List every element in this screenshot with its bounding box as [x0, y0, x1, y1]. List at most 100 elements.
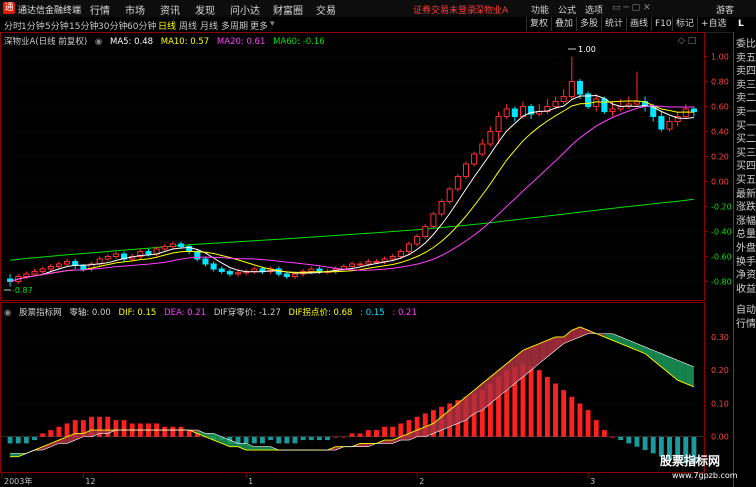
stock-tab[interactable]: 深物业A: [475, 3, 508, 16]
macd-bar: [268, 436, 274, 441]
period-1min[interactable]: 1分钟: [21, 19, 45, 32]
period-multi[interactable]: 多周期: [221, 19, 248, 32]
macd-dif: DIF: 0.15: [118, 308, 157, 318]
candle-body: [446, 188, 453, 202]
candle-body: [104, 256, 111, 260]
tool-tongji[interactable]: 统计: [601, 17, 626, 31]
price-tick-label: -0.60: [711, 253, 732, 262]
macd-bar: [292, 436, 298, 444]
price-panel-border: [0, 32, 705, 301]
menu-zixun[interactable]: 资讯: [160, 2, 180, 17]
side-panel-label: 涨跌: [736, 202, 756, 214]
menu-gongneng[interactable]: 功能: [531, 3, 549, 16]
side-panel-label: 委比: [736, 39, 756, 50]
price-grid: [1, 56, 704, 282]
window-controls-icon[interactable]: ▭ ─ ▢ ✕: [612, 3, 651, 13]
ma10-line: [9, 100, 694, 282]
macd-band-segment: [254, 446, 263, 450]
macd-axis: 0.30 0.20 0.10 0.00: [711, 333, 729, 442]
macd-band-segment: [10, 453, 19, 457]
macd-bar: [585, 410, 591, 437]
macd-bar: [276, 436, 282, 444]
candle-body: [210, 263, 217, 270]
price-axis: 1.00 0.80 0.60 0.40 0.20 0.00 -0.20 -0.40 -0.60 -…: [704, 53, 732, 287]
candle-body: [430, 213, 437, 227]
ma20-line: [9, 105, 694, 282]
macd-bar: [618, 436, 624, 441]
kline-chart[interactable]: 1.00 0.80 0.60 0.40 0.20 0.00 -0.20 -0.40 -0.60 -…: [0, 32, 733, 487]
macd-bar: [40, 433, 46, 437]
macd-band-segment: [531, 343, 540, 371]
menu-xuanxiang[interactable]: 选项: [585, 3, 603, 16]
candle-body: [568, 81, 575, 97]
macd-bar: [390, 426, 396, 437]
macd-bar: [64, 423, 70, 437]
tool-huaxian[interactable]: 画线: [626, 17, 651, 31]
candle-body: [112, 253, 119, 257]
candles-layer: [7, 56, 697, 287]
macd-bar: [308, 436, 314, 441]
tool-zixuan[interactable]: +自选: [697, 17, 730, 31]
candle-body: [576, 81, 583, 95]
ma5-line: [9, 94, 694, 282]
menu-gongshi[interactable]: 公式: [558, 3, 576, 16]
menu-wenxiaoda[interactable]: 问小达: [230, 2, 260, 17]
candle-body: [690, 108, 697, 112]
menu-hangqing[interactable]: 行情: [90, 2, 110, 17]
legend-ma10: MA10: 0.57: [160, 37, 210, 47]
candle-body: [495, 116, 502, 132]
macd-v1: : 0.15: [360, 308, 385, 318]
app-logo-icon: 通: [3, 2, 15, 14]
side-panel-label: 卖五: [736, 52, 756, 64]
period-daily[interactable]: 日线: [158, 19, 176, 32]
macd-bar: [170, 426, 176, 437]
period-monthly[interactable]: 月线: [200, 19, 218, 32]
candle-body: [552, 101, 559, 107]
period-15min[interactable]: 15分钟: [69, 19, 98, 32]
tool-duogu[interactable]: 多股: [576, 17, 601, 31]
macd-bar: [284, 436, 290, 444]
side-panel-label[interactable]: 自动: [736, 305, 756, 317]
macd-band-segment: [384, 440, 393, 444]
macd-zero: 零轴: 0.00: [69, 308, 111, 318]
candle-body: [218, 268, 225, 272]
candle-body: [389, 256, 396, 260]
menu-caifuquan[interactable]: 财富圈: [273, 2, 303, 17]
macd-band-segment: [555, 337, 564, 351]
collapse-icon[interactable]: ◇ □: [678, 36, 696, 46]
macd-band-segment: [75, 433, 84, 441]
side-panel-label[interactable]: 行情: [736, 319, 756, 331]
tool-fuquan[interactable]: 复权: [526, 17, 551, 31]
side-panel-label: 最新: [736, 188, 756, 200]
period-weekly[interactable]: 周线: [179, 19, 197, 32]
tool-diejia[interactable]: 叠加: [551, 17, 576, 31]
login-alert[interactable]: 证券交易未登录: [413, 3, 476, 16]
menu-jiaoyi[interactable]: 交易: [316, 2, 336, 17]
tool-biaoji[interactable]: 标记: [672, 17, 697, 31]
macd-bar: [325, 436, 331, 441]
legend-settings-icon[interactable]: ◉: [95, 37, 102, 47]
candle-body: [357, 263, 364, 266]
price-tick-label: 1.00: [711, 53, 729, 62]
period-more[interactable]: 更多: [250, 19, 268, 32]
macd-bar: [528, 366, 534, 437]
period-fenshi[interactable]: 分时: [4, 19, 22, 32]
macd-settings-icon[interactable]: ◉: [4, 308, 11, 318]
panel-l-tab[interactable]: L: [735, 17, 747, 31]
macd-bar: [7, 436, 13, 444]
period-60min[interactable]: 60分钟: [127, 19, 156, 32]
menu-shichang[interactable]: 市场: [125, 2, 145, 17]
menu-faxian[interactable]: 发现: [195, 2, 215, 17]
candle-body: [72, 261, 79, 266]
period-dropdown-icon[interactable]: ▾: [270, 19, 275, 29]
candle-body: [283, 273, 290, 277]
macd-bar: [251, 436, 257, 444]
period-30min[interactable]: 30分钟: [98, 19, 127, 32]
guest-user[interactable]: 游客: [716, 3, 734, 16]
macd-indicator-name: 股票指标网: [19, 308, 62, 318]
candle-body: [80, 264, 87, 270]
side-panel-label: 买一: [736, 120, 756, 132]
macd-band-segment: [685, 363, 694, 387]
period-5min[interactable]: 5分钟: [45, 19, 69, 32]
macd-bar: [113, 420, 119, 437]
